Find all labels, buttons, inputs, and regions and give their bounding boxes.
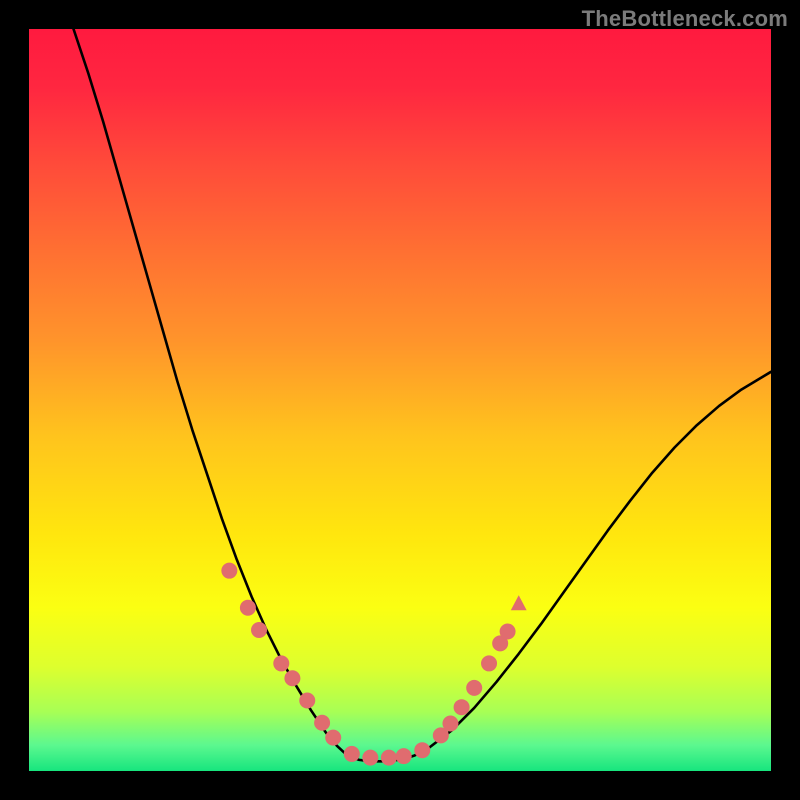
marker-dot-icon — [314, 715, 330, 731]
marker-dot-icon — [442, 716, 458, 732]
marker-dot-icon — [454, 699, 470, 715]
marker-dot-icon — [251, 622, 267, 638]
marker-dot-icon — [362, 750, 378, 766]
marker-dot-icon — [284, 670, 300, 686]
marker-dot-icon — [240, 600, 256, 616]
marker-dot-icon — [396, 748, 412, 764]
plot-area — [29, 29, 771, 771]
marker-dot-icon — [481, 655, 497, 671]
bottleneck-chart — [29, 29, 771, 771]
marker-dot-icon — [344, 746, 360, 762]
marker-dot-icon — [273, 655, 289, 671]
marker-dot-icon — [466, 680, 482, 696]
marker-dot-icon — [414, 742, 430, 758]
gradient-background — [29, 29, 771, 771]
watermark-text: TheBottleneck.com — [582, 6, 788, 32]
marker-dot-icon — [500, 624, 516, 640]
marker-dot-icon — [325, 730, 341, 746]
marker-dot-icon — [299, 693, 315, 709]
marker-dot-icon — [221, 563, 237, 579]
marker-dot-icon — [381, 750, 397, 766]
